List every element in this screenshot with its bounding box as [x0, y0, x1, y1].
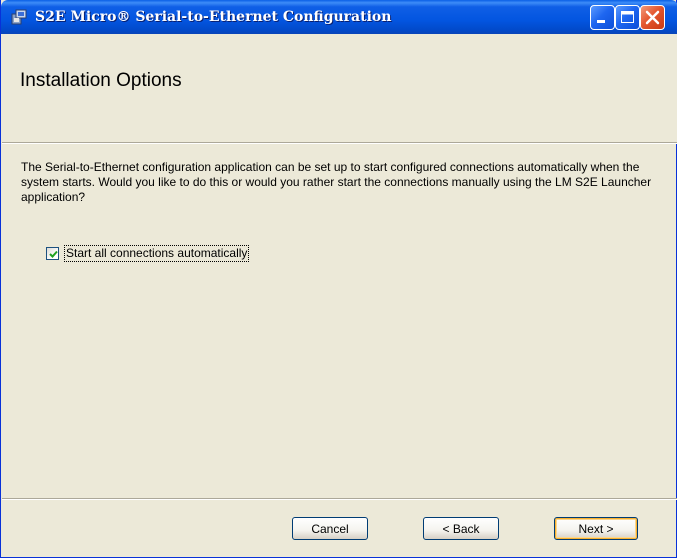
header-divider	[2, 142, 677, 144]
description-text: The Serial-to-Ethernet configuration app…	[21, 160, 652, 204]
minimize-button[interactable]	[590, 5, 615, 30]
cancel-button[interactable]: Cancel	[292, 517, 368, 540]
title-bar[interactable]: S2E Micro® Serial-to-Ethernet Configurat…	[1, 0, 677, 34]
page-title: Installation Options	[20, 70, 182, 91]
maximize-button[interactable]	[615, 5, 640, 30]
installer-window: S2E Micro® Serial-to-Ethernet Configurat…	[0, 0, 677, 558]
footer-divider	[2, 498, 677, 500]
minimize-icon	[597, 20, 605, 23]
checkbox-box[interactable]	[46, 247, 59, 260]
close-button[interactable]	[640, 5, 665, 30]
installer-app-icon	[10, 8, 28, 26]
maximize-icon	[621, 11, 634, 23]
checkmark-icon	[49, 250, 58, 258]
checkbox-label[interactable]: Start all connections automatically	[63, 245, 250, 262]
window-title: S2E Micro® Serial-to-Ethernet Configurat…	[35, 9, 392, 25]
close-icon	[645, 10, 660, 25]
next-button[interactable]: Next >	[554, 517, 638, 540]
back-button[interactable]: < Back	[423, 517, 499, 540]
